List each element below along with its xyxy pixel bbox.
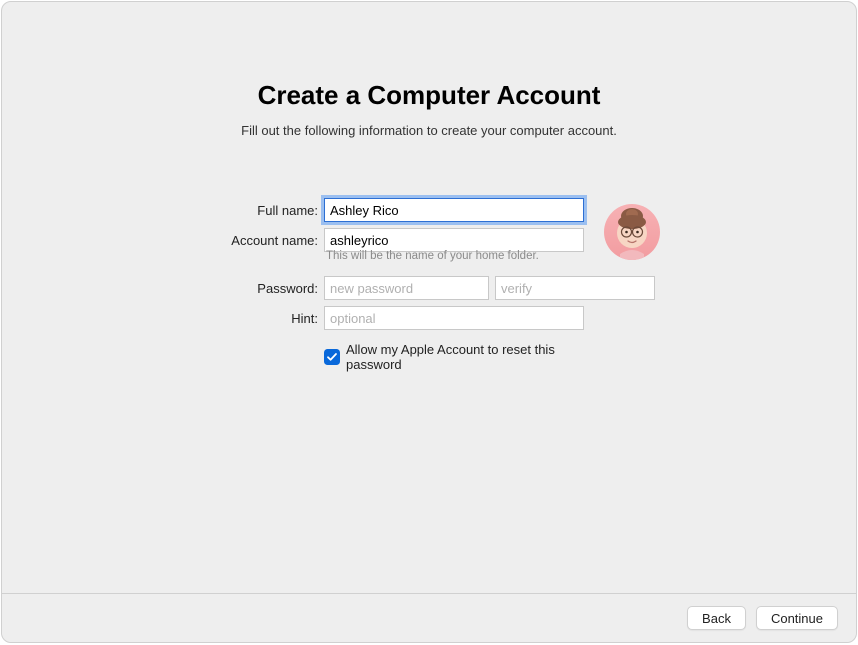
full-name-label: Full name: (198, 198, 318, 218)
page-title: Create a Computer Account (258, 80, 601, 111)
continue-button[interactable]: Continue (756, 606, 838, 630)
verify-password-input[interactable] (495, 276, 655, 300)
hint-input[interactable] (324, 306, 584, 330)
form-grid: Full name: Account name: This will be th… (198, 198, 584, 372)
account-name-input[interactable] (324, 228, 584, 252)
new-password-input[interactable] (324, 276, 489, 300)
back-button[interactable]: Back (687, 606, 746, 630)
user-avatar[interactable] (604, 204, 660, 260)
hint-label: Hint: (198, 306, 318, 326)
form-region: Full name: Account name: This will be th… (198, 198, 660, 372)
setup-window: Create a Computer Account Fill out the f… (1, 1, 857, 643)
account-name-cell: This will be the name of your home folde… (324, 228, 584, 270)
allow-reset-checkbox[interactable] (324, 349, 340, 365)
account-name-label: Account name: (198, 228, 318, 248)
password-row (324, 276, 584, 300)
memoji-icon (604, 204, 660, 260)
footer-bar: Back Continue (2, 593, 856, 642)
allow-reset-label: Allow my Apple Account to reset this pas… (346, 342, 584, 372)
content-area: Create a Computer Account Fill out the f… (2, 2, 856, 593)
checkmark-icon (326, 351, 338, 363)
page-subtitle: Fill out the following information to cr… (241, 123, 617, 138)
password-label: Password: (198, 276, 318, 296)
allow-reset-row[interactable]: Allow my Apple Account to reset this pas… (324, 342, 584, 372)
full-name-input[interactable] (324, 198, 584, 222)
